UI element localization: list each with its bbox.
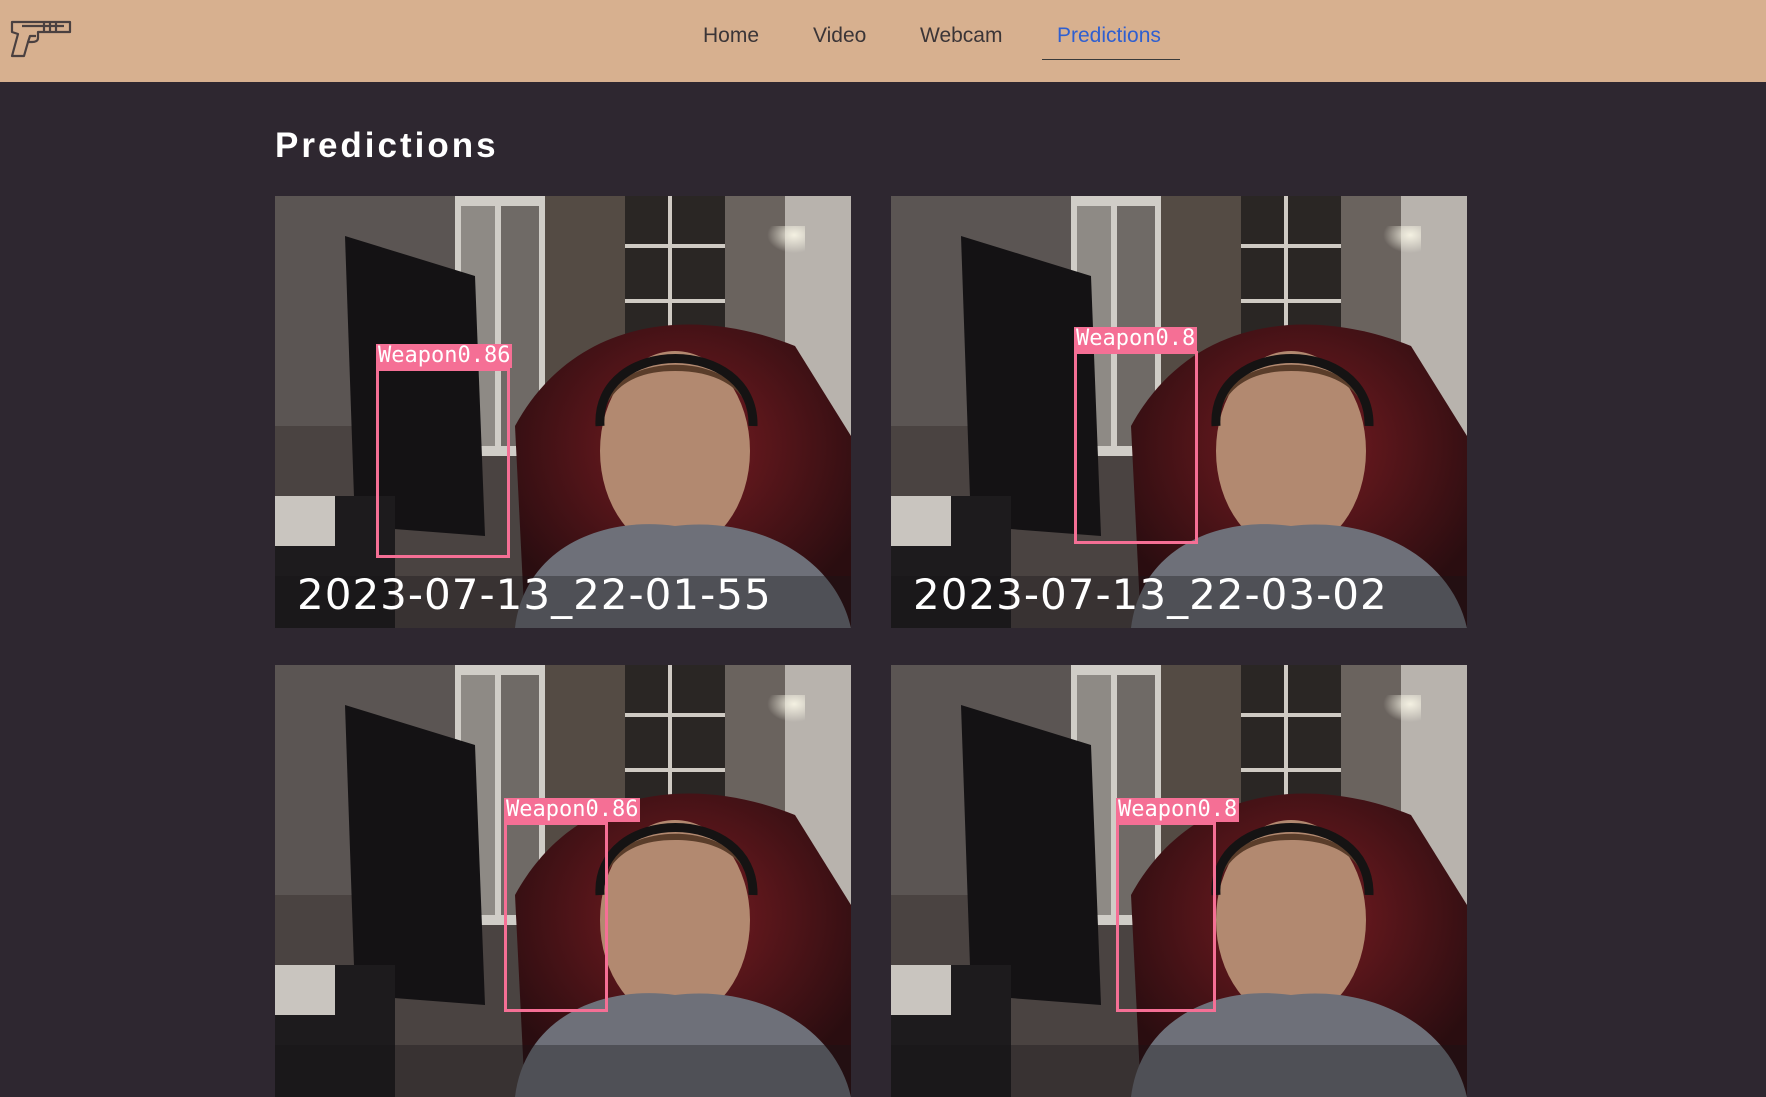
prediction-card[interactable]: Weapon0.8 xyxy=(891,665,1467,1097)
nav-webcam-link[interactable]: Webcam xyxy=(920,24,1002,48)
prediction-image xyxy=(275,196,851,628)
prediction-card[interactable]: Weapon0.86 xyxy=(275,665,851,1097)
timestamp-overlay: 2023-07-13_22-01-55 xyxy=(297,570,772,619)
top-navbar: Home Video Webcam Predictions xyxy=(0,0,1766,82)
nav-video-link[interactable]: Video xyxy=(813,24,866,48)
detection-box xyxy=(1116,822,1216,1012)
active-tab-underline xyxy=(1042,59,1180,60)
detection-box xyxy=(504,822,608,1012)
detection-label: Weapon0.8 xyxy=(1116,797,1240,822)
detection-box xyxy=(376,368,510,558)
prediction-card[interactable]: Weapon0.86 2023-07-13_22-01-55 xyxy=(275,196,851,628)
nav-menu: Home Video Webcam Predictions xyxy=(0,0,1766,82)
detection-box xyxy=(1074,351,1198,544)
detection-label: Weapon0.86 xyxy=(376,343,513,368)
nav-home-link[interactable]: Home xyxy=(703,24,759,48)
nav-predictions-link[interactable]: Predictions xyxy=(1057,24,1161,48)
prediction-card[interactable]: Weapon0.8 2023-07-13_22-03-02 xyxy=(891,196,1467,628)
detection-label: Weapon0.86 xyxy=(504,797,641,822)
timestamp-overlay: 2023-07-13_22-03-02 xyxy=(913,570,1388,619)
detection-label: Weapon0.8 xyxy=(1074,326,1198,351)
page-title: Predictions xyxy=(275,126,499,165)
